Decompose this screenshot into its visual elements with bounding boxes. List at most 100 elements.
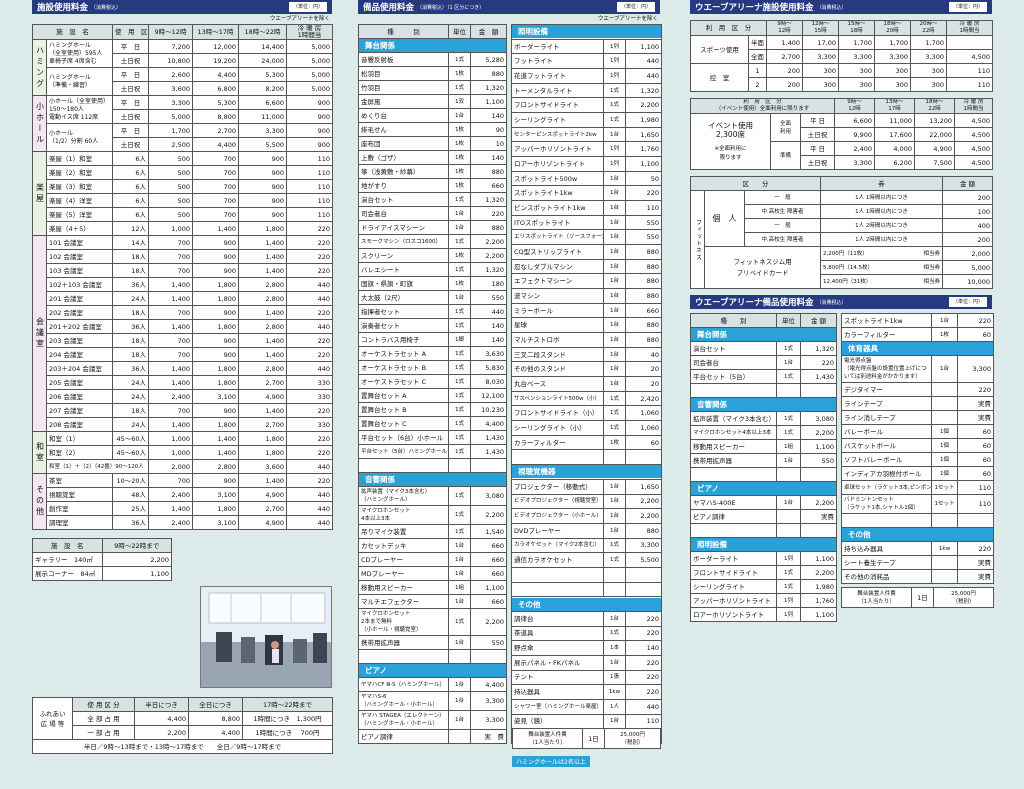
item-name: ヤマハCF Ⅲ-S（ハミングホール） <box>358 677 449 692</box>
fee-value: 4,400 <box>192 137 239 152</box>
item-unit: 1式 <box>603 420 626 436</box>
fee-value: 1,400 <box>192 431 239 446</box>
item-name: 国旗・県旗・町旗 <box>358 276 449 291</box>
fee-value: 700 <box>192 179 239 194</box>
fee-value: 1,800 <box>192 319 239 334</box>
fee-value: 1,400 <box>238 305 287 320</box>
item-name: インディアカ羽根付ボール <box>841 466 932 481</box>
item-unit: 1式 <box>448 416 471 431</box>
table-row: 和室（2） 45〜60人 1,000 1,400 1,800 220 <box>33 445 333 460</box>
gym-illustration-icon <box>201 587 331 687</box>
item-unit: 1枚 <box>448 66 471 81</box>
item-price: 1,320 <box>470 80 507 95</box>
table-row: その他 茶室 10〜20人 700 900 1,400 220 <box>32 473 333 530</box>
item-price: 2,200 <box>470 234 507 249</box>
category-label: その他 <box>842 528 993 541</box>
header-name: 施 設 名 <box>32 24 113 40</box>
capacity: 14人 <box>112 235 149 250</box>
fee-value: 12,000 <box>192 39 239 54</box>
table-row: 舞台関係 <box>690 327 837 342</box>
arena-facility-header: ウエーブアリーナ施設使用料金 （消費税込） （単位：円） <box>690 0 992 14</box>
item-price: 5,500 <box>624 552 663 568</box>
table-row: 置舞台セット C 1式 4,400 <box>358 416 507 431</box>
event-label-cell: イベント使用 2,300席 ※全面利用に 限ります <box>690 113 771 170</box>
item-name: 置舞台セット C <box>358 416 449 431</box>
fee-value: 3,300 <box>238 123 287 138</box>
item-unit <box>931 382 958 397</box>
item-name: カラーフィルター <box>511 434 604 451</box>
category-label: ピアノ <box>359 664 506 677</box>
table-row: 緋毛せん 1枚 90 <box>358 122 507 137</box>
fee-value: 700 <box>148 403 193 418</box>
prep-label: 準備 <box>770 141 801 170</box>
item-name: ヤマハS-400E <box>690 495 777 510</box>
cell: 2 <box>748 77 767 92</box>
item-name: 上敷（ゴザ） <box>358 150 449 165</box>
fee-value: 6,800 <box>192 81 239 96</box>
arena-h4: 18時〜 20時 <box>874 20 911 36</box>
table-row: 拡声装置（マイク3本含む） 1式 3,080 <box>690 411 837 426</box>
table-row: フィットネス個 人一 般 1人 1時間以内につき 200 <box>690 190 994 289</box>
gallery-table: 施 設 名 9時〜22時まで ギャラリー 140㎡ 2,200 展示コーナー 84㎡… <box>32 538 172 581</box>
facility-name: 和室（2） <box>46 445 113 460</box>
cell: 4,500 <box>954 141 994 156</box>
fee-value: 4,900 <box>238 389 287 404</box>
item-unit: 1式 <box>448 80 471 95</box>
table-row: 音響関係 <box>358 472 507 487</box>
item-unit: 1台 <box>603 258 626 275</box>
table-row: シート養生テープ 実費 <box>841 555 994 570</box>
day-type: 土日祝 <box>112 81 149 96</box>
item-unit <box>603 566 626 583</box>
item-unit: 1枚 <box>448 164 471 179</box>
unit-label: （単位：円） <box>948 2 987 12</box>
table-row: 竹羽目 1式 1,320 <box>358 80 507 95</box>
item-name: CDプレーヤー <box>358 552 449 567</box>
item-unit: 1本 <box>603 640 626 656</box>
table-row: 三叉二段スタンド 1台 40 <box>511 346 663 363</box>
cell: 1 <box>748 63 767 78</box>
table-row: スクリーン 1枚 2,200 <box>358 248 507 263</box>
item-unit: 1式 <box>776 369 801 384</box>
table-row: デジタイマー 220 <box>841 382 994 397</box>
table-row: ヤマハCF Ⅲ-S（ハミングホール） 1台 4,400 <box>358 677 507 692</box>
item-unit: 1枚 <box>448 248 471 263</box>
table-row: 通信カラオケセット 1式 5,500 <box>511 552 663 568</box>
item-price: 1,320 <box>470 192 507 207</box>
item-price: 440 <box>624 68 663 84</box>
fee-value: 900 <box>238 207 287 222</box>
table-row: ロアーホリゾントライト 1列 1,100 <box>690 607 837 622</box>
item-price: 140 <box>470 150 507 165</box>
item-name: 演奏者セット <box>358 318 449 333</box>
fee-value: 1,400 <box>192 221 239 236</box>
fee-value: 1,400 <box>238 235 287 250</box>
item-name: 調律台 <box>511 610 604 627</box>
item-unit: 1式 <box>448 192 471 207</box>
item-price: 550 <box>470 635 507 650</box>
table-row: 音響反射板 1式 5,280 <box>358 52 507 67</box>
table-row: アッパーホリゾントライト 1列 1,760 <box>690 593 837 608</box>
table-header-row: ふれあい 広 場 等 使 用 区 分半日につき 全日につき 17時〜22時まで <box>32 697 333 740</box>
table-row <box>690 383 837 398</box>
table-row: 創作室 25人 1,400 1,800 2,700 440 <box>33 501 333 516</box>
full-use-label: 全面 利用 <box>770 113 801 142</box>
item-unit: 1脚 <box>448 332 471 347</box>
table-row: フィットネスジム用 プリペイドカード 2,200円（11枚） 相当券 2,000 <box>691 246 994 289</box>
table-row: 上敷（ゴザ） 1枚 140 <box>358 150 507 165</box>
header-t3: 冷 暖 房 1時間当 <box>286 24 333 40</box>
item-price: 4,400 <box>470 677 507 692</box>
fee-value: 700 <box>148 305 193 320</box>
fee-value: 1,800 <box>238 445 287 460</box>
cell: 300 <box>910 77 947 92</box>
item-price: 1,060 <box>624 405 663 422</box>
event-header-title: 利 用 区 分 <box>743 99 782 106</box>
item-unit: 1組 <box>448 580 471 595</box>
capacity: 24人 <box>112 389 149 404</box>
table-row <box>358 458 507 473</box>
item-price: 220 <box>957 382 994 397</box>
item-price: 110 <box>624 200 663 216</box>
table-row: 楽屋（4＋5） 12人 1,000 1,400 1,800 220 <box>33 221 333 236</box>
fee-value: 3,600 <box>238 459 287 474</box>
item-price: 12,100 <box>470 388 507 403</box>
item-price: 220 <box>624 669 663 686</box>
table-row: アッパーホリゾントライト 1列 1,760 <box>511 141 663 158</box>
